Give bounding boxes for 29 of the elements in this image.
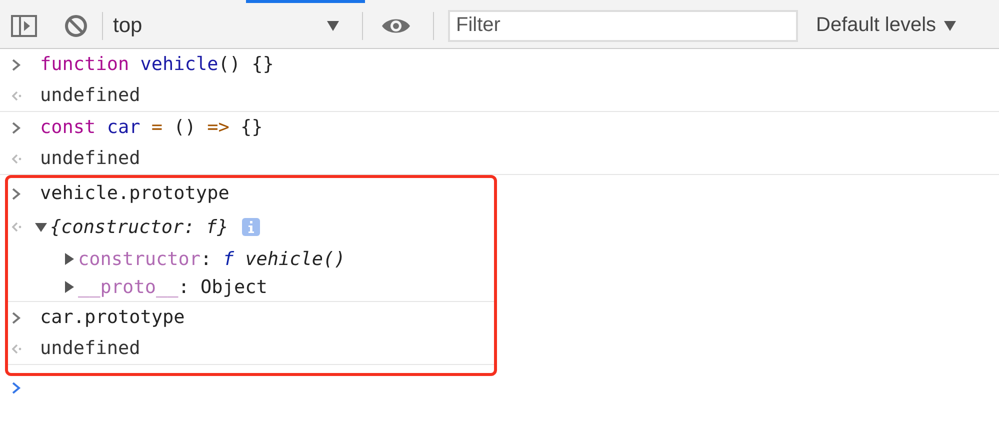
property-entry: constructor: f vehicle() — [78, 248, 346, 270]
expand-triangle-icon[interactable] — [62, 280, 76, 294]
input-code: const car = () => {} — [40, 117, 263, 138]
filter-field[interactable]: Filter — [448, 10, 798, 42]
clear-icon[interactable] — [64, 14, 88, 38]
levels-dropdown[interactable]: Default levels — [810, 13, 962, 38]
object-summary: {constructor: f} — [50, 216, 228, 238]
sidebar-toggle-icon[interactable] — [11, 14, 37, 38]
property-entry: __proto__: Object — [78, 276, 268, 298]
result-text: undefined — [40, 148, 140, 169]
prompt-chevron-icon[interactable] — [10, 381, 22, 395]
input-chevron-icon — [10, 310, 22, 324]
collapse-triangle-icon[interactable] — [34, 220, 48, 234]
input-chevron-icon — [10, 120, 22, 134]
result-arrow-icon — [10, 152, 22, 166]
input-chevron-icon — [10, 58, 22, 72]
input-code: function vehicle() {} — [40, 54, 274, 75]
expand-triangle-icon[interactable] — [62, 252, 76, 266]
result-text: undefined — [40, 85, 140, 106]
input-chevron-icon — [10, 186, 22, 200]
result-arrow-icon — [10, 88, 22, 102]
result-text: undefined — [40, 338, 140, 359]
caret-icon — [944, 20, 956, 30]
result-arrow-icon — [10, 220, 22, 234]
input-code: vehicle.prototype — [40, 183, 230, 204]
caret-icon — [326, 20, 340, 32]
input-code: car.prototype — [40, 307, 185, 328]
result-arrow-icon — [10, 342, 22, 356]
context-select[interactable]: top — [113, 14, 348, 38]
